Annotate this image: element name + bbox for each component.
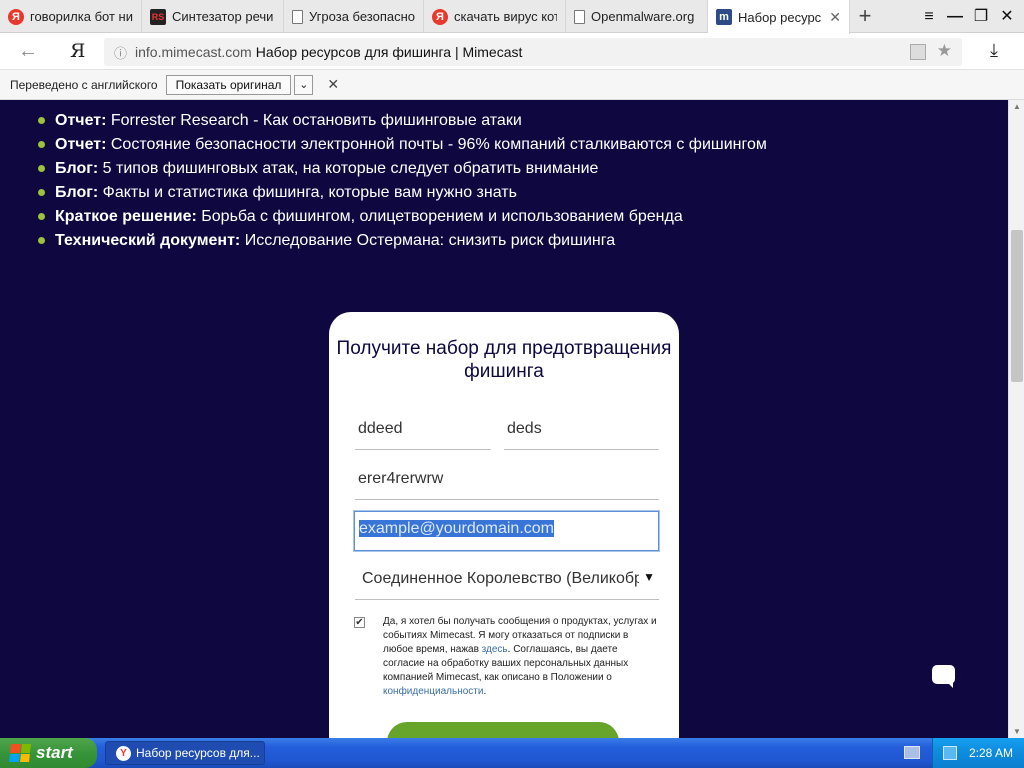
task-label: Набор ресурсов для... xyxy=(136,746,260,760)
consent-text: Да, я хотел бы получать сообщения о прод… xyxy=(383,615,658,699)
maximize-button[interactable]: ❐ xyxy=(968,4,994,30)
last-name-field[interactable]: deds xyxy=(504,420,659,450)
translate-status-label: Переведено с английского xyxy=(10,77,158,92)
tab-strip: Я говорилка бот ни RS Синтезатор речи Уг… xyxy=(0,0,1024,34)
menu-button[interactable]: ≡ xyxy=(916,4,942,30)
first-name-field[interactable]: ddeed xyxy=(355,420,491,450)
taskbar-window-button[interactable]: Y Набор ресурсов для... xyxy=(105,741,265,765)
close-translate-icon[interactable]: ✕ xyxy=(327,76,339,93)
resource-kind: Блог: xyxy=(55,184,99,201)
bookmark-star-icon[interactable]: ★ xyxy=(937,41,952,61)
yandex-logo[interactable]: Я xyxy=(70,40,85,62)
tab-label: Набор ресурсо xyxy=(738,9,822,25)
chat-bubble-tail xyxy=(946,681,953,688)
url-host: info.mimecast.com xyxy=(135,44,252,60)
unsubscribe-link[interactable]: здесь xyxy=(482,644,508,655)
url-page-title: Набор ресурсов для фишинга | Mimecast xyxy=(255,44,523,60)
resource-title: Борьба с фишингом, олицетворением и испо… xyxy=(196,208,683,225)
company-field[interactable]: erer4rerwrw xyxy=(355,470,659,500)
submit-button[interactable] xyxy=(387,722,619,738)
mimecast-icon: m xyxy=(716,9,732,25)
yandex-icon: Я xyxy=(432,8,448,25)
tab-label: Синтезатор речи xyxy=(172,9,274,24)
resource-title: Forrester Research - Как остановить фиши… xyxy=(106,112,522,129)
windows-flag-icon xyxy=(9,744,31,762)
country-value: Соединенное Королевство (Великобр xyxy=(362,570,643,587)
privacy-link[interactable]: конфиденциальности xyxy=(383,686,483,697)
resource-item[interactable]: Отчет: Состояние безопасности электронно… xyxy=(38,133,767,157)
translate-options-dropdown[interactable]: ⌄ xyxy=(294,74,314,95)
resource-title: Исследование Остермана: снизить риск фиш… xyxy=(240,232,616,249)
resource-title: Факты и статистика фишинга, которые вам … xyxy=(98,184,517,201)
resource-title: Состояние безопасности электронной почты… xyxy=(106,136,767,153)
keyboard-icon[interactable] xyxy=(904,746,920,759)
new-tab-button[interactable]: + xyxy=(852,4,878,30)
email-value: example@yourdomain.com xyxy=(359,520,554,537)
start-button[interactable]: start xyxy=(0,738,97,768)
document-icon xyxy=(292,9,303,24)
tab-label: Openmalware.org xyxy=(591,9,695,24)
scroll-down-arrow-icon[interactable]: ▼ xyxy=(1012,727,1022,736)
country-select[interactable]: Соединенное Королевство (Великобр ▼ xyxy=(355,570,659,600)
document-icon xyxy=(574,9,585,24)
resource-item[interactable]: Блог: Факты и статистика фишинга, которы… xyxy=(38,181,767,205)
scroll-up-arrow-icon[interactable]: ▲ xyxy=(1012,102,1022,111)
rs-icon: RS xyxy=(150,8,166,25)
resource-item[interactable]: Блог: 5 типов фишинговых атак, на которы… xyxy=(38,157,767,181)
address-bar-row: ← Я ⓘ info.mimecast.com Набор ресурсов д… xyxy=(0,34,1024,70)
form-heading: Получите набор для предотвращения фишинг… xyxy=(336,338,672,382)
resource-kind: Технический документ: xyxy=(55,232,241,249)
close-tab-icon[interactable]: ✕ xyxy=(829,9,841,26)
minimize-button[interactable]: — xyxy=(942,4,968,30)
close-window-button[interactable]: ✕ xyxy=(994,4,1020,30)
resource-item[interactable]: Краткое решение: Борьба с фишингом, олиц… xyxy=(38,205,767,229)
signup-form-card: Получите набор для предотвращения фишинг… xyxy=(329,312,679,738)
downloads-icon[interactable]: ⤓ xyxy=(990,40,998,61)
page-scrollbar[interactable]: ▲ ▼ xyxy=(1008,100,1024,738)
tab-label: говорилка бот ни xyxy=(30,9,133,24)
tab-label: Угроза безопасно xyxy=(309,9,415,24)
resource-title: 5 типов фишинговых атак, на которые след… xyxy=(98,160,599,177)
windows-taskbar: start Y Набор ресурсов для... 2:28 AM xyxy=(0,738,1024,768)
reader-mode-icon[interactable] xyxy=(910,44,926,60)
resource-kind: Блог: xyxy=(55,160,99,177)
consent-text-part: . xyxy=(483,686,487,697)
back-arrow-icon[interactable]: ← xyxy=(18,40,38,63)
chat-widget-button[interactable] xyxy=(918,652,968,702)
browser-tab[interactable]: RS Синтезатор речи xyxy=(142,0,284,33)
browser-tab[interactable]: Я скачать вирус кот xyxy=(424,0,566,33)
resource-kind: Краткое решение: xyxy=(55,208,197,225)
resource-kind: Отчет: xyxy=(55,136,107,153)
page-content: Отчет: Forrester Research - Как останови… xyxy=(0,100,1008,738)
resource-item[interactable]: Технический документ: Исследование Остер… xyxy=(38,229,767,253)
scrollbar-thumb[interactable] xyxy=(1011,230,1023,382)
browser-tab-active[interactable]: m Набор ресурсо ✕ xyxy=(708,0,850,34)
consent-checkbox[interactable]: ✔ xyxy=(354,617,365,628)
start-label: start xyxy=(36,743,73,762)
tab-label: скачать вирус кот xyxy=(454,9,557,24)
translate-bar: Переведено с английского Показать оригин… xyxy=(0,70,1024,100)
browser-tab[interactable]: Угроза безопасно xyxy=(284,0,424,33)
yandex-browser-icon: Y xyxy=(116,745,131,761)
url-field[interactable]: ⓘ info.mimecast.com Набор ресурсов для ф… xyxy=(104,38,962,66)
resource-kind: Отчет: xyxy=(55,112,107,129)
browser-tab[interactable]: Openmalware.org xyxy=(566,0,708,33)
browser-tab[interactable]: Я говорилка бот ни xyxy=(0,0,142,33)
dropdown-arrow-icon: ▼ xyxy=(639,570,655,584)
site-info-icon[interactable]: ⓘ xyxy=(114,43,127,62)
clock[interactable]: 2:28 AM xyxy=(969,746,1013,760)
network-icon[interactable] xyxy=(943,746,957,760)
resource-list: Отчет: Forrester Research - Как останови… xyxy=(38,109,767,253)
email-field[interactable]: example@yourdomain.com xyxy=(354,511,659,551)
system-tray: 2:28 AM xyxy=(932,738,1024,768)
show-original-button[interactable]: Показать оригинал xyxy=(165,74,292,95)
resource-item[interactable]: Отчет: Forrester Research - Как останови… xyxy=(38,109,767,133)
yandex-icon: Я xyxy=(8,8,24,25)
